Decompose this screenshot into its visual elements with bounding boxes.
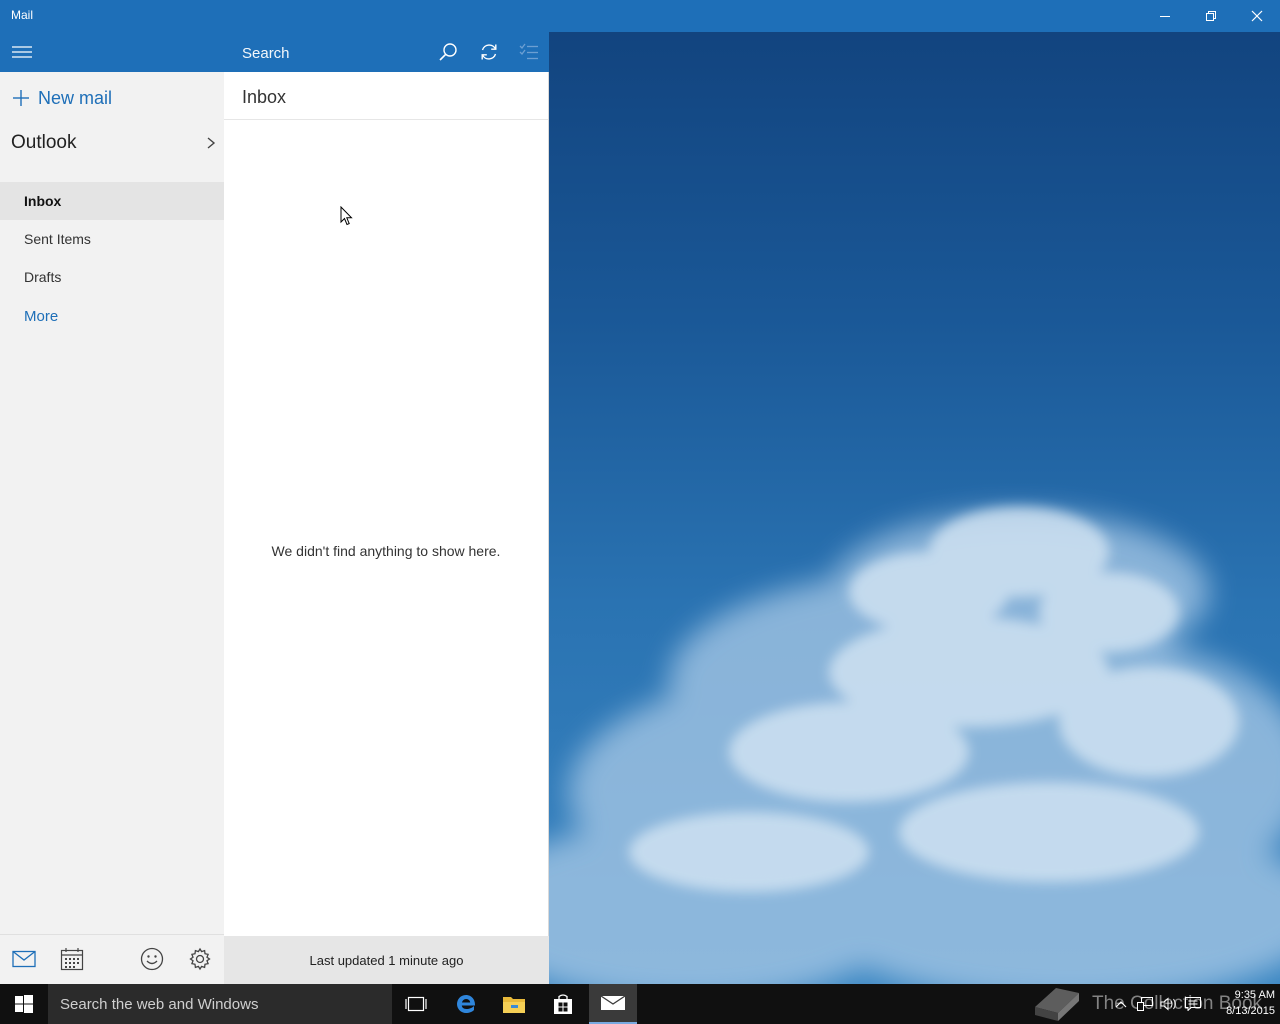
clock-date: 8/13/2015 [1226, 1005, 1275, 1017]
checklist-icon [519, 43, 538, 60]
folder-label: Sent Items [24, 231, 91, 247]
feedback-smiley-icon [140, 947, 164, 971]
message-list-pane: Inbox We didn't find anything to show he… [224, 32, 549, 984]
taskbar-search-placeholder: Search the web and Windows [60, 995, 259, 1013]
close-button[interactable] [1234, 0, 1280, 32]
folder-label: Inbox [24, 193, 62, 209]
folder-sent-items[interactable]: Sent Items [0, 220, 224, 258]
clock[interactable]: 9:35 AM 8/13/2015 [1205, 987, 1275, 1019]
search-input[interactable] [242, 42, 432, 64]
account-outlook[interactable]: Outlook [11, 130, 216, 156]
volume-icon [1160, 997, 1176, 1011]
folder-title: Inbox [242, 87, 287, 107]
windows-logo-icon [15, 995, 33, 1013]
chevron-right-icon [207, 137, 216, 149]
settings-gear-icon [189, 947, 211, 971]
calendar-icon [60, 948, 84, 971]
more-label: More [24, 307, 59, 325]
folder-more[interactable]: More [0, 297, 224, 335]
sync-status-text: Last updated 1 minute ago [309, 952, 464, 968]
empty-state-message: We didn't find anything to show here. [271, 543, 501, 559]
new-mail-label: New mail [38, 87, 113, 108]
clock-time: 9:35 AM [1234, 989, 1275, 1001]
file-explorer-button[interactable] [490, 984, 538, 1024]
mail-app-icon [600, 995, 626, 1010]
plus-icon [13, 90, 29, 106]
sync-icon [481, 44, 497, 60]
task-view-button[interactable] [392, 984, 440, 1024]
folder-drafts[interactable]: Drafts [0, 258, 224, 296]
account-name: Outlook [11, 132, 77, 153]
action-center-button[interactable] [1182, 984, 1204, 1024]
minimize-button[interactable] [1142, 0, 1188, 32]
action-center-icon [1185, 997, 1201, 1011]
edge-icon [457, 995, 476, 1013]
show-hidden-icons-button[interactable] [1110, 984, 1132, 1024]
folder-label: Drafts [24, 269, 62, 285]
sync-button[interactable] [477, 40, 501, 64]
mail-app-button[interactable] [589, 984, 637, 1024]
search-button[interactable] [436, 40, 460, 64]
network-button[interactable] [1134, 984, 1156, 1024]
calendar-button[interactable] [58, 945, 86, 973]
selection-mode-button[interactable] [517, 40, 541, 64]
taskbar-search-box[interactable]: Search the web and Windows [48, 984, 392, 1024]
edge-button[interactable] [442, 984, 490, 1024]
folder-inbox[interactable]: Inbox [0, 182, 224, 220]
file-explorer-icon [503, 997, 525, 1013]
mail-icon [12, 950, 36, 968]
start-button[interactable] [0, 984, 48, 1024]
search-icon [439, 43, 457, 61]
sky-clouds-image [549, 507, 1280, 984]
navigation-pane: New mail Outlook Inbox Sent Items Drafts… [0, 32, 224, 984]
search-bar [224, 32, 549, 72]
store-icon [554, 994, 572, 1014]
minimize-icon [1160, 16, 1170, 17]
settings-button[interactable] [186, 945, 214, 973]
task-view-icon [405, 996, 427, 1012]
close-icon [1251, 10, 1263, 22]
reading-pane-background [549, 32, 1280, 984]
app-title: Mail [11, 8, 34, 22]
feedback-button[interactable] [138, 945, 166, 973]
volume-button[interactable] [1158, 984, 1180, 1024]
taskbar: Search the web and Windows The Collectio… [0, 984, 1280, 1024]
mail-button[interactable] [10, 945, 38, 973]
restore-icon [1206, 11, 1216, 21]
title-bar: Mail [0, 0, 1280, 32]
hamburger-menu-icon[interactable] [12, 44, 34, 60]
nav-header [0, 32, 224, 72]
folder-header: Inbox [224, 72, 548, 120]
chevron-up-icon [1115, 1001, 1127, 1008]
nav-bottom-bar [0, 934, 224, 984]
store-button[interactable] [539, 984, 587, 1024]
mouse-cursor-icon [340, 206, 353, 226]
sync-status-bar: Last updated 1 minute ago [224, 936, 549, 984]
book-logo-icon [1035, 988, 1079, 1021]
new-mail-button[interactable]: New mail [12, 86, 112, 110]
network-icon [1137, 997, 1153, 1011]
restore-button[interactable] [1188, 0, 1234, 32]
